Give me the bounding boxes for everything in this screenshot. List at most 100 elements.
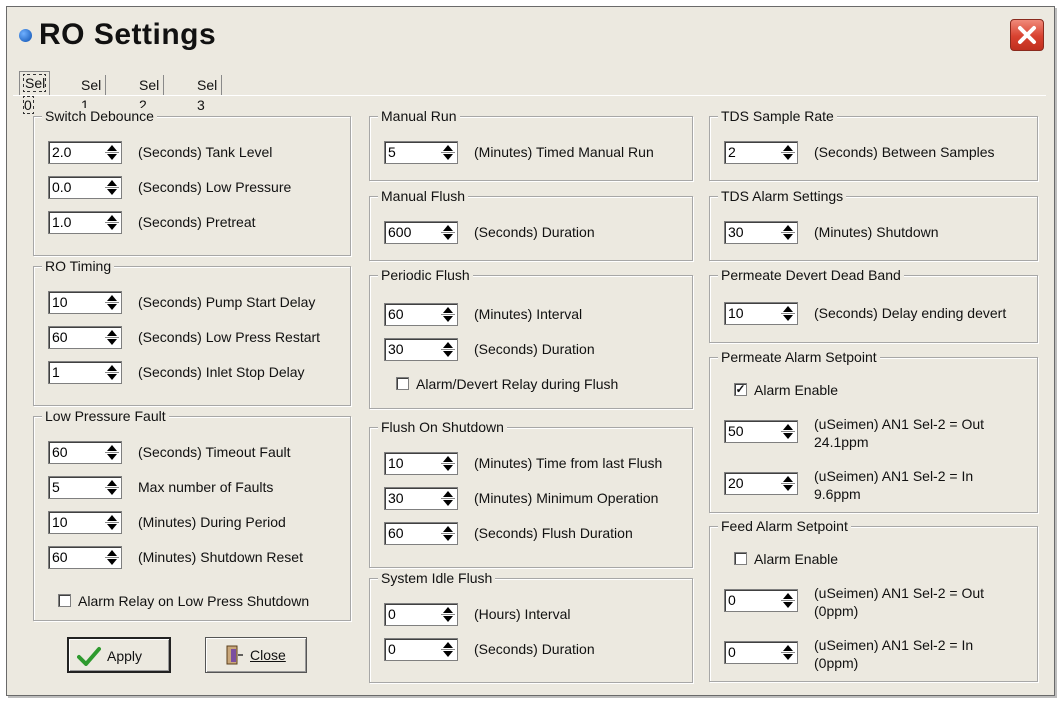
apply-button[interactable]: Apply bbox=[67, 637, 171, 673]
timed-manual-run-spinner[interactable]: 5 bbox=[384, 141, 458, 164]
group-title: Permeate Devert Dead Band bbox=[718, 267, 904, 283]
spinner-arrows-icon[interactable] bbox=[441, 306, 455, 323]
tds-shutdown-spinner[interactable]: 30 bbox=[724, 221, 798, 244]
spinner-arrows-icon[interactable] bbox=[105, 549, 119, 566]
during-period-spinner[interactable]: 10 bbox=[48, 511, 122, 534]
delay-ending-devert-spinner[interactable]: 10 bbox=[724, 302, 798, 325]
spinner-arrows-icon[interactable] bbox=[441, 455, 455, 472]
system-idle-flush-group: System Idle Flush 0 (Hours) Interval 0 (… bbox=[369, 570, 693, 683]
idle-duration-spinner[interactable]: 0 bbox=[384, 638, 458, 661]
permeate-out-spinner[interactable]: 50 bbox=[724, 420, 798, 443]
spinner-value: 10 bbox=[52, 514, 68, 530]
tab-sel-0[interactable]: Sel 0 bbox=[19, 71, 51, 114]
pump-start-delay-label: (Seconds) Pump Start Delay bbox=[138, 294, 316, 310]
periodic-interval-spinner[interactable]: 60 bbox=[384, 303, 458, 326]
spinner-arrows-icon[interactable] bbox=[105, 444, 119, 461]
checkbox-box[interactable] bbox=[734, 552, 747, 565]
low-pressure-fault-group: Low Pressure Fault 60 (Seconds) Timeout … bbox=[33, 408, 351, 621]
apply-label: Apply bbox=[107, 648, 143, 664]
group-title: Manual Run bbox=[378, 108, 460, 124]
feed-in-spinner[interactable]: 0 bbox=[724, 641, 798, 664]
spinner-arrows-icon[interactable] bbox=[105, 514, 119, 531]
spinner-arrows-icon[interactable] bbox=[105, 214, 119, 231]
timeout-fault-row: 60 (Seconds) Timeout Fault bbox=[48, 441, 338, 465]
spinner-arrows-icon[interactable] bbox=[781, 644, 795, 661]
low-press-restart-spinner[interactable]: 60 bbox=[48, 326, 122, 349]
close-icon bbox=[1018, 26, 1036, 44]
feed-out-spinner[interactable]: 0 bbox=[724, 589, 798, 612]
spinner-value: 1.0 bbox=[52, 214, 72, 230]
shutdown-reset-spinner[interactable]: 60 bbox=[48, 546, 122, 569]
tab-sel-2[interactable]: Sel 2 bbox=[135, 75, 165, 113]
manual-run-group: Manual Run 5 (Minutes) Timed Manual Run bbox=[369, 108, 693, 181]
spinner-arrows-icon[interactable] bbox=[105, 329, 119, 346]
group-title: RO Timing bbox=[42, 258, 115, 274]
feed-alarm-group: Feed Alarm Setpoint Alarm Enable 0 (uSei… bbox=[709, 518, 1038, 682]
idle-interval-spinner[interactable]: 0 bbox=[384, 603, 458, 626]
time-from-last-flush-spinner[interactable]: 10 bbox=[384, 452, 458, 475]
minimum-operation-spinner[interactable]: 30 bbox=[384, 487, 458, 510]
tank-level-label: (Seconds) Tank Level bbox=[138, 144, 273, 160]
checkbox-box[interactable] bbox=[58, 594, 71, 607]
feed-out-row: 0 (uSeimen) AN1 Sel-2 = Out (0ppm) bbox=[724, 585, 1029, 619]
spinner-arrows-icon[interactable] bbox=[105, 364, 119, 381]
spinner-value: 5 bbox=[388, 144, 396, 160]
tab-sel-1[interactable]: Sel 1 bbox=[77, 75, 107, 113]
spinner-arrows-icon[interactable] bbox=[441, 224, 455, 241]
close-window-button[interactable] bbox=[1010, 19, 1044, 51]
permeate-in-spinner[interactable]: 20 bbox=[724, 472, 798, 495]
time-from-last-flush-label: (Minutes) Time from last Flush bbox=[474, 455, 663, 471]
spinner-arrows-icon[interactable] bbox=[781, 592, 795, 609]
minimum-operation-label: (Minutes) Minimum Operation bbox=[474, 490, 659, 506]
spinner-arrows-icon[interactable] bbox=[781, 144, 795, 161]
tds-alarm-settings-group: TDS Alarm Settings 30 (Minutes) Shutdown bbox=[709, 188, 1038, 261]
spinner-arrows-icon[interactable] bbox=[781, 305, 795, 322]
between-samples-spinner[interactable]: 2 bbox=[724, 141, 798, 164]
time-from-last-flush-row: 10 (Minutes) Time from last Flush bbox=[384, 452, 684, 476]
tab-sel-3[interactable]: Sel 3 bbox=[193, 75, 223, 113]
flush-duration-spinner[interactable]: 60 bbox=[384, 522, 458, 545]
group-title: Flush On Shutdown bbox=[378, 419, 507, 435]
manual-flush-duration-spinner[interactable]: 600 bbox=[384, 221, 458, 244]
max-faults-spinner[interactable]: 5 bbox=[48, 476, 122, 499]
max-faults-label: Max number of Faults bbox=[138, 479, 274, 495]
shutdown-reset-label: (Minutes) Shutdown Reset bbox=[138, 549, 303, 565]
spinner-arrows-icon[interactable] bbox=[441, 641, 455, 658]
spinner-arrows-icon[interactable] bbox=[441, 144, 455, 161]
permeate-out-label: (uSeimen) AN1 Sel-2 = Out 24.1ppm bbox=[814, 416, 985, 450]
spinner-value: 0 bbox=[728, 644, 736, 660]
spinner-arrows-icon[interactable] bbox=[105, 294, 119, 311]
spinner-arrows-icon[interactable] bbox=[441, 525, 455, 542]
spinner-value: 30 bbox=[388, 490, 404, 506]
spinner-arrows-icon[interactable] bbox=[441, 606, 455, 623]
close-label: Close bbox=[250, 647, 286, 663]
pretreat-spinner[interactable]: 1.0 bbox=[48, 211, 122, 234]
spinner-arrows-icon[interactable] bbox=[781, 475, 795, 492]
pump-start-delay-row: 10 (Seconds) Pump Start Delay bbox=[48, 291, 338, 315]
spinner-arrows-icon[interactable] bbox=[441, 341, 455, 358]
ro-timing-group: RO Timing 10 (Seconds) Pump Start Delay … bbox=[33, 258, 351, 406]
tank-level-row: 2.0 (Seconds) Tank Level bbox=[48, 141, 338, 165]
spinner-arrows-icon[interactable] bbox=[105, 144, 119, 161]
switch-debounce-group: Switch Debounce 2.0 (Seconds) Tank Level… bbox=[33, 108, 351, 256]
low-pressure-row: 0.0 (Seconds) Low Pressure bbox=[48, 176, 338, 200]
spinner-arrows-icon[interactable] bbox=[105, 179, 119, 196]
tank-level-spinner[interactable]: 2.0 bbox=[48, 141, 122, 164]
spinner-arrows-icon[interactable] bbox=[105, 479, 119, 496]
low-pressure-spinner[interactable]: 0.0 bbox=[48, 176, 122, 199]
periodic-duration-spinner[interactable]: 30 bbox=[384, 338, 458, 361]
permeate-alarm-group: Permeate Alarm Setpoint ✓ Alarm Enable 5… bbox=[709, 349, 1038, 513]
spinner-arrows-icon[interactable] bbox=[781, 224, 795, 241]
close-button[interactable]: Close bbox=[205, 637, 307, 673]
tds-shutdown-row: 30 (Minutes) Shutdown bbox=[724, 221, 1029, 245]
inlet-stop-delay-spinner[interactable]: 1 bbox=[48, 361, 122, 384]
pump-start-delay-spinner[interactable]: 10 bbox=[48, 291, 122, 314]
idle-interval-row: 0 (Hours) Interval bbox=[384, 603, 684, 627]
checkbox-box[interactable] bbox=[396, 377, 409, 390]
checkbox-check-icon[interactable]: ✓ bbox=[734, 383, 747, 396]
permeate-in-row: 20 (uSeimen) AN1 Sel-2 = In 9.6ppm bbox=[724, 468, 1029, 502]
spinner-value: 600 bbox=[388, 224, 412, 240]
spinner-arrows-icon[interactable] bbox=[441, 490, 455, 507]
spinner-arrows-icon[interactable] bbox=[781, 423, 795, 440]
timeout-fault-spinner[interactable]: 60 bbox=[48, 441, 122, 464]
